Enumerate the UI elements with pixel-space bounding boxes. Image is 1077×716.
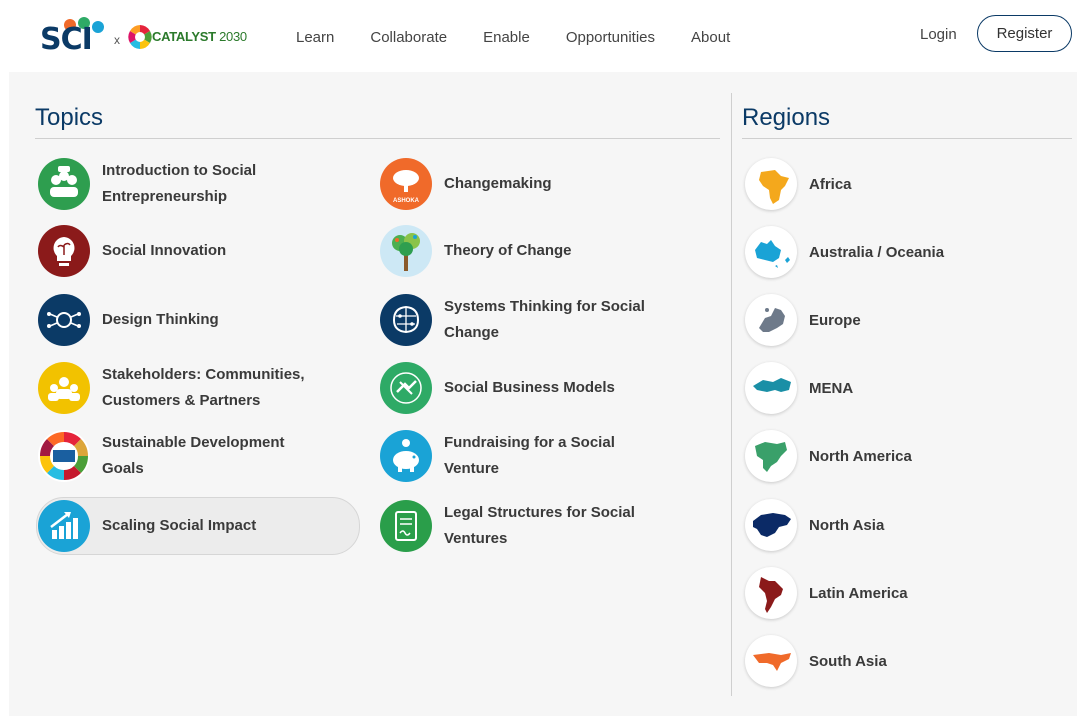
nav-enable[interactable]: Enable (483, 29, 530, 47)
region-label: MENA (809, 379, 854, 397)
topic-legal-structures[interactable]: Legal Structures for Social Ventures (380, 497, 664, 555)
latin-america-map-icon (745, 567, 797, 619)
site-header: SCI x CATALYST 2030 Learn Collaborate En… (0, 0, 1077, 72)
catalyst-logo-text: CATALYST 2030 (152, 29, 247, 44)
topics-divider (35, 138, 720, 139)
region-north-asia[interactable]: North Asia (736, 497, 884, 553)
africa-map-icon (745, 158, 797, 210)
register-button[interactable]: Register (977, 15, 1072, 52)
regions-divider (742, 138, 1072, 139)
nav-opportunities[interactable]: Opportunities (566, 29, 655, 47)
brain-network-icon (380, 294, 432, 346)
topic-sdg[interactable]: Sustainable Development Goals (38, 427, 312, 485)
mena-map-icon (745, 362, 797, 414)
sci-logo-text: SCI (40, 22, 93, 57)
region-label: Africa (809, 175, 852, 193)
stakeholders-icon (38, 362, 90, 414)
topic-systems-thinking[interactable]: Systems Thinking for Social Change (380, 291, 664, 349)
topic-label: Social Innovation (102, 242, 227, 259)
main-nav: Learn Collaborate Enable Opportunities A… (296, 29, 766, 47)
region-africa[interactable]: Africa (736, 156, 852, 212)
topic-social-innovation[interactable]: Social Innovation (38, 222, 226, 280)
topic-label: Scaling Social Impact (102, 517, 257, 534)
topic-scaling-social-impact[interactable]: Scaling Social Impact (36, 497, 360, 555)
handshake-icon (380, 362, 432, 414)
topic-design-thinking[interactable]: Design Thinking (38, 291, 219, 349)
catalyst-2030-logo[interactable]: CATALYST 2030 (128, 17, 247, 57)
region-label: Latin America (809, 584, 908, 602)
topic-intro-social-entrepreneurship[interactable]: Introduction to Social Entrepreneurship (38, 155, 302, 213)
topic-label: Theory of Change (444, 242, 572, 259)
nav-collaborate[interactable]: Collaborate (370, 29, 447, 47)
topic-theory-of-change[interactable]: Theory of Change (380, 222, 572, 280)
regions-heading: Regions (742, 104, 831, 131)
topic-label: Changemaking (444, 175, 552, 192)
nav-about[interactable]: About (691, 29, 730, 47)
topic-changemaking[interactable]: ASHOKA Changemaking (380, 155, 552, 213)
region-australia-oceania[interactable]: Australia / Oceania (736, 224, 944, 280)
logo-separator: x (114, 33, 120, 47)
region-europe[interactable]: Europe (736, 292, 861, 348)
circuit-brain-icon (38, 294, 90, 346)
lightbulb-sprout-icon (38, 225, 90, 277)
topic-label: Fundraising for a Social Venture (444, 434, 615, 477)
north-america-map-icon (745, 430, 797, 482)
topic-fundraising[interactable]: Fundraising for a Social Venture (380, 427, 654, 485)
south-asia-map-icon (745, 635, 797, 687)
topic-label: Design Thinking (102, 311, 219, 328)
region-mena[interactable]: MENA (736, 360, 853, 416)
sci-logo[interactable]: SCI (40, 15, 110, 55)
tree-icon (380, 225, 432, 277)
nav-learn[interactable]: Learn (296, 29, 334, 47)
topic-social-business-models[interactable]: Social Business Models (380, 359, 615, 417)
legal-document-icon (380, 500, 432, 552)
people-meeting-icon (38, 158, 90, 210)
region-label: South Asia (809, 652, 887, 670)
region-label: Europe (809, 311, 861, 329)
login-link[interactable]: Login (920, 26, 957, 43)
region-south-asia[interactable]: South Asia (736, 633, 887, 689)
sdg-wheel-icon (38, 430, 90, 482)
logo-dot-blue (92, 21, 104, 33)
ashoka-tree-icon: ASHOKA (380, 158, 432, 210)
topic-label: Social Business Models (444, 379, 615, 396)
region-label: Australia / Oceania (809, 243, 945, 261)
topic-label: Legal Structures for Social Ventures (444, 504, 635, 547)
topic-label: Stakeholders: Communities, Customers & P… (102, 366, 305, 409)
column-divider (731, 93, 732, 696)
region-north-america[interactable]: North America (736, 428, 912, 484)
topic-label: Sustainable Development Goals (102, 434, 285, 477)
region-label: North Asia (809, 516, 885, 534)
catalyst-wheel-icon (128, 25, 152, 49)
svg-text:ASHOKA: ASHOKA (393, 198, 420, 204)
region-label: North America (809, 447, 912, 465)
region-latin-america[interactable]: Latin America (736, 565, 908, 621)
europe-map-icon (745, 294, 797, 346)
topic-label: Introduction to Social Entrepreneurship (102, 162, 257, 205)
topics-heading: Topics (35, 104, 104, 131)
growth-chart-icon (38, 500, 90, 552)
australia-map-icon (745, 226, 797, 278)
north-asia-map-icon (745, 499, 797, 551)
topic-label: Systems Thinking for Social Change (444, 298, 645, 341)
piggy-bank-icon (380, 430, 432, 482)
topic-stakeholders[interactable]: Stakeholders: Communities, Customers & P… (38, 359, 332, 417)
